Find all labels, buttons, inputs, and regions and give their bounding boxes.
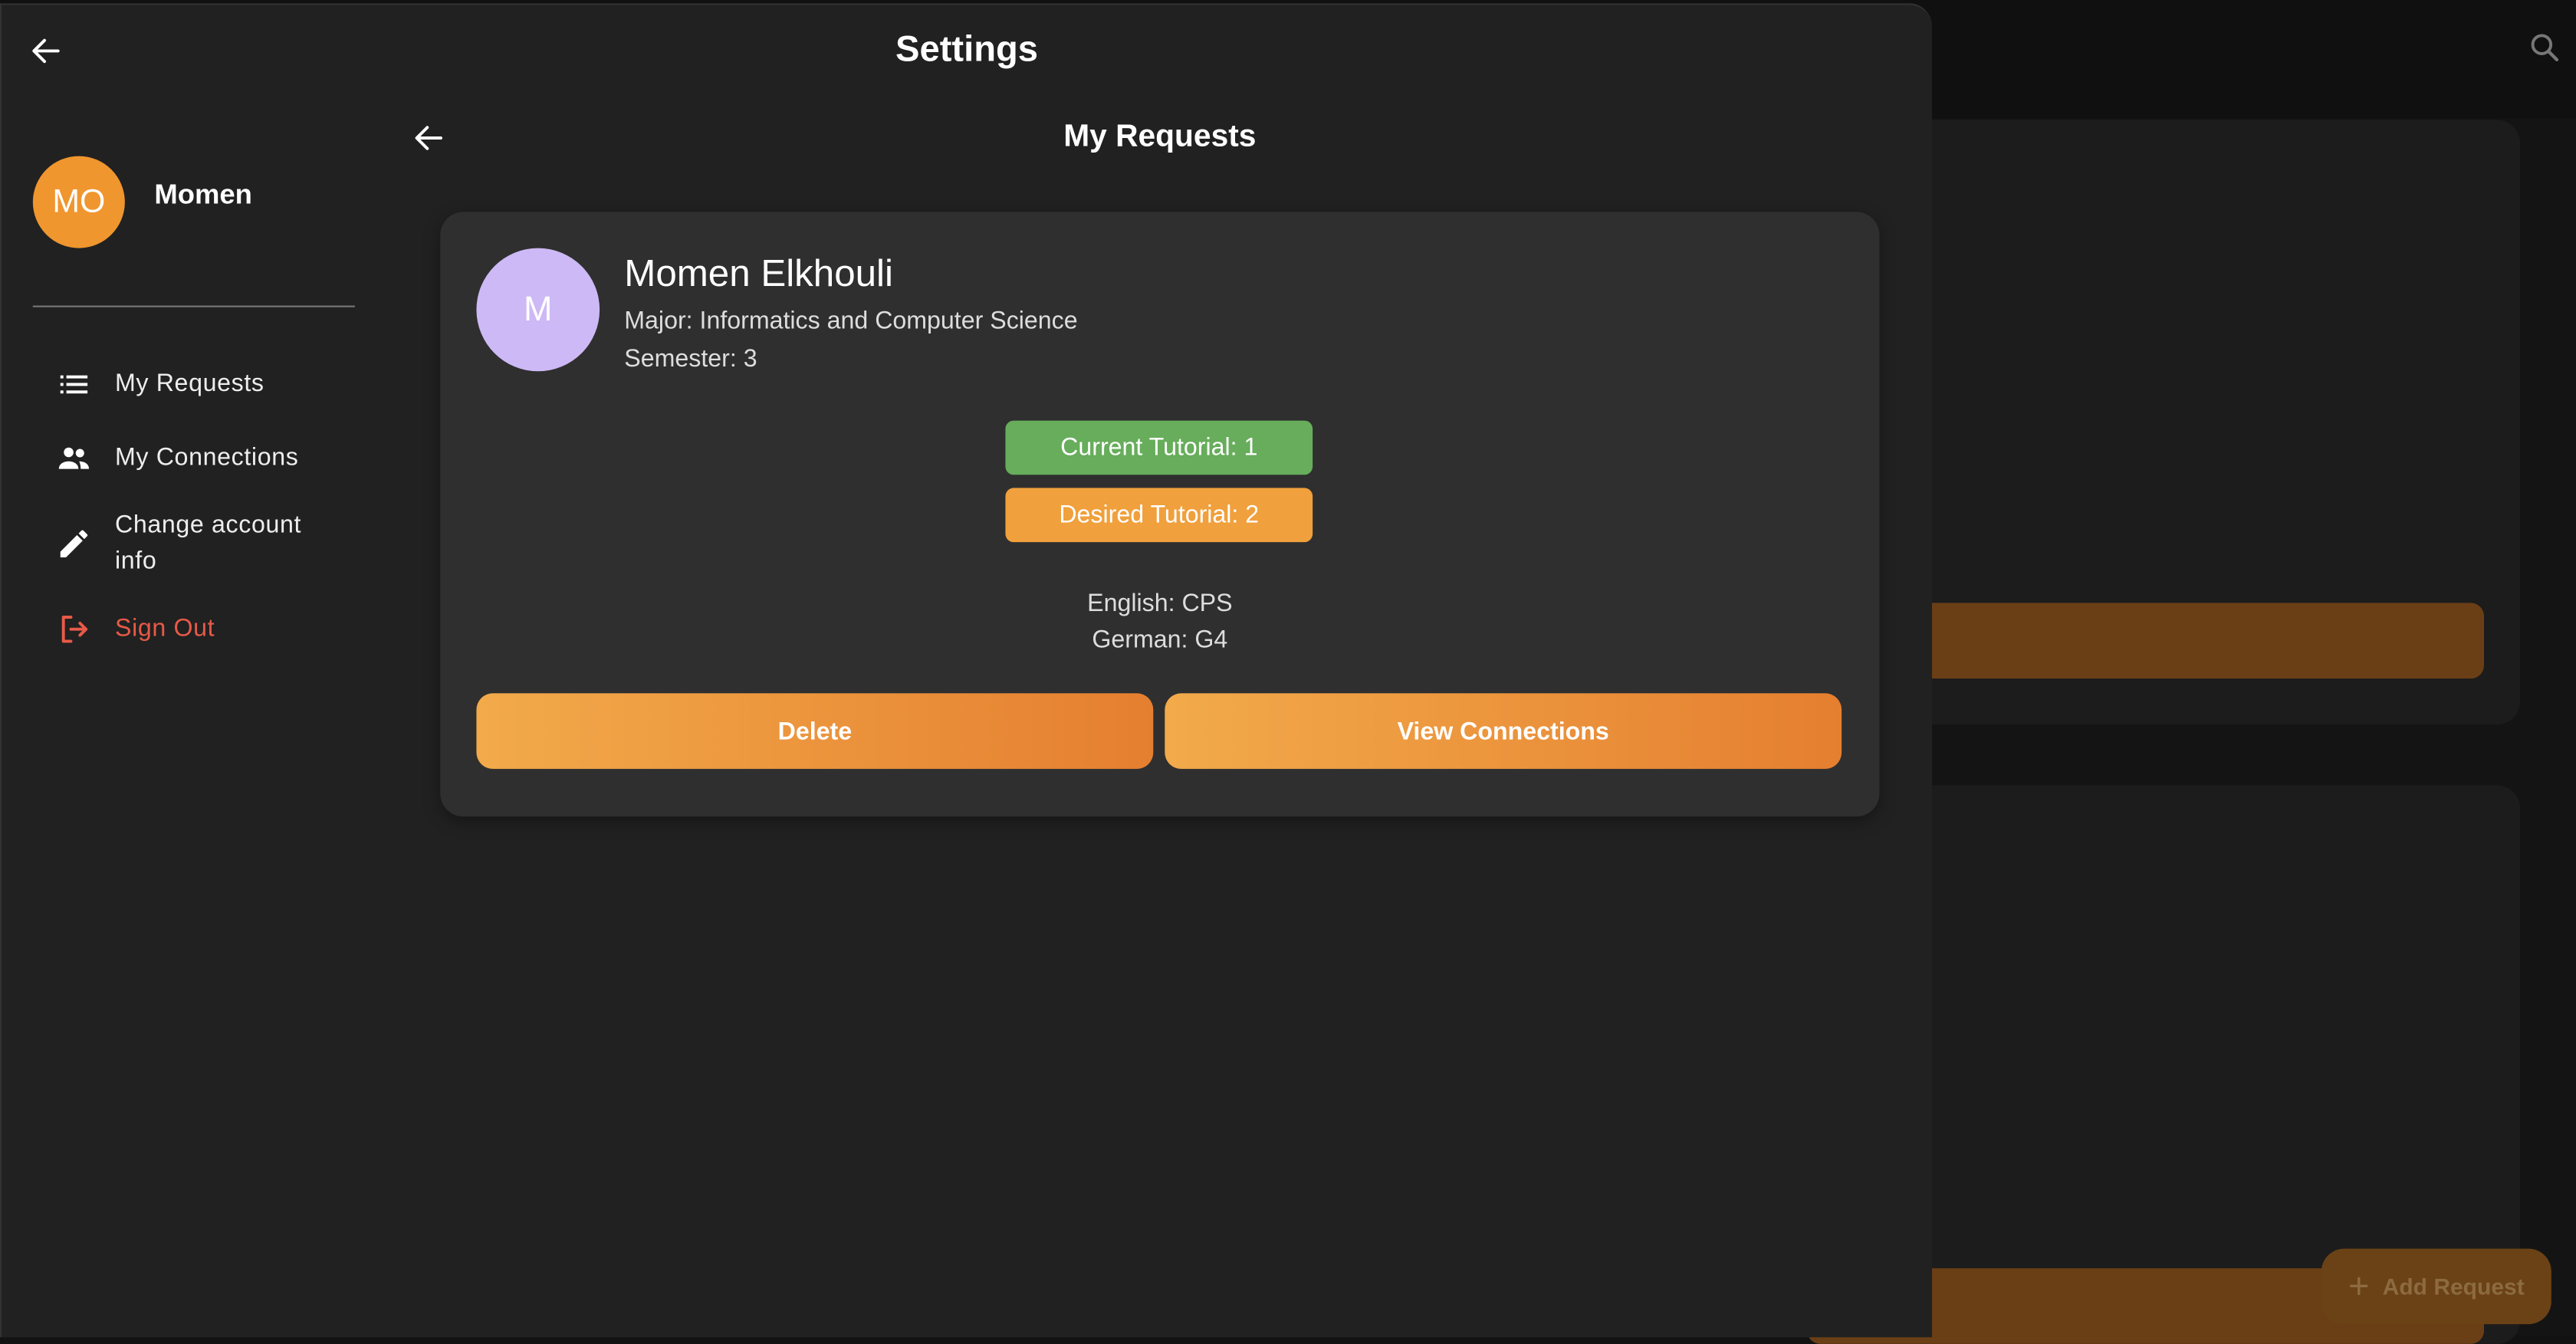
sidebar-item-label: My Requests (115, 370, 264, 398)
sidebar-item-label: Sign Out (115, 614, 215, 642)
people-icon (58, 447, 90, 469)
add-request-button[interactable]: + Add Request (2321, 1248, 2551, 1325)
screen: + Add Request Settings MO Momen My Reque… (0, 0, 2576, 1344)
english-group: English: CPS (1087, 590, 1233, 618)
sidebar-item-label: Change account info (115, 511, 302, 575)
list-icon (60, 375, 88, 394)
sidebar-item-my-requests[interactable]: My Requests (56, 366, 329, 403)
settings-panel: Settings MO Momen My Requests My Connect… (0, 3, 1932, 1338)
request-card: M Momen Elkhouli Major: Informatics and … (440, 212, 1880, 817)
desired-tutorial-badge: Desired Tutorial: 2 (1005, 488, 1313, 543)
divider (32, 305, 355, 307)
logout-icon (61, 616, 88, 643)
avatar: M (476, 248, 600, 372)
sidebar-item-sign-out[interactable]: Sign Out (56, 611, 329, 647)
delete-button[interactable]: Delete (476, 693, 1154, 769)
german-group: German: G4 (1092, 626, 1228, 654)
page-title: My Requests (1063, 120, 1257, 155)
current-tutorial-badge: Current Tutorial: 1 (1005, 420, 1313, 475)
request-major: Major: Informatics and Computer Science (624, 307, 1078, 336)
pencil-icon (60, 530, 88, 557)
sidebar-item-label: My Connections (115, 443, 299, 472)
view-connections-button[interactable]: View Connections (1165, 693, 1842, 769)
search-icon[interactable] (2527, 30, 2563, 66)
plus-icon: + (2348, 1265, 2370, 1306)
request-semester: Semester: 3 (624, 345, 757, 373)
user-name: Momen (154, 179, 252, 211)
avatar: MO (32, 156, 125, 248)
request-user-name: Momen Elkhouli (624, 251, 893, 294)
settings-title: Settings (895, 28, 1039, 69)
sidebar-item-change-account-info[interactable]: Change account info (56, 508, 329, 580)
sidebar-item-my-connections[interactable]: My Connections (56, 440, 329, 476)
add-request-label: Add Request (2382, 1273, 2525, 1300)
